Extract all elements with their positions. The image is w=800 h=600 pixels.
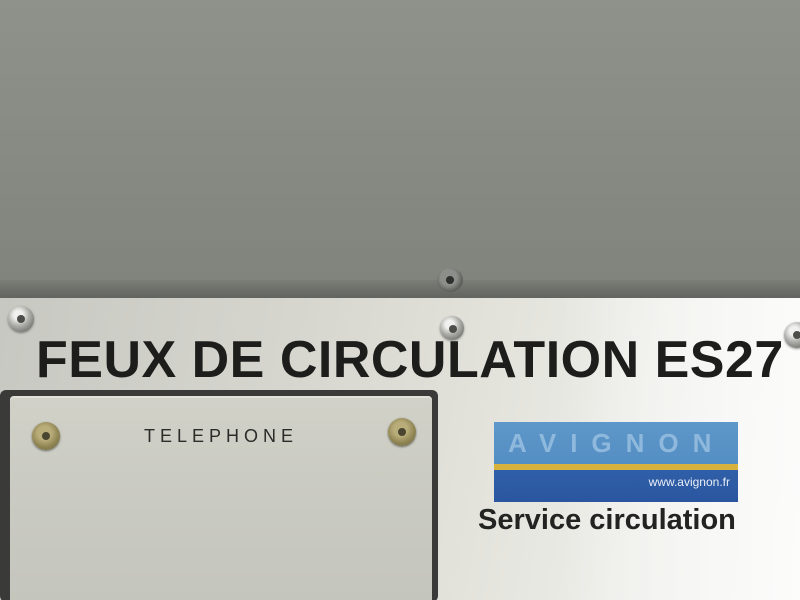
info-plate: FEUX DE CIRCULATION ES27 TELEPHONE AVIGN… — [0, 298, 800, 600]
telephone-label: TELEPHONE — [144, 426, 299, 446]
traffic-light-cabinet — [0, 0, 800, 298]
screw-icon — [388, 418, 416, 446]
service-label: Service circulation — [478, 504, 736, 536]
avignon-logo: AVIGNON www.avignon.fr — [494, 422, 738, 502]
screw-icon — [32, 422, 60, 450]
telephone-box: TELEPHONE — [0, 390, 438, 600]
screw-icon — [8, 306, 34, 332]
screw-icon — [784, 322, 800, 348]
telephone-door[interactable]: TELEPHONE — [10, 396, 432, 600]
plate-title: FEUX DE CIRCULATION ES27 — [36, 331, 784, 389]
logo-name: AVIGNON — [508, 428, 726, 458]
logo-url: www.avignon.fr — [648, 475, 730, 489]
cabinet-bolt — [437, 268, 463, 292]
